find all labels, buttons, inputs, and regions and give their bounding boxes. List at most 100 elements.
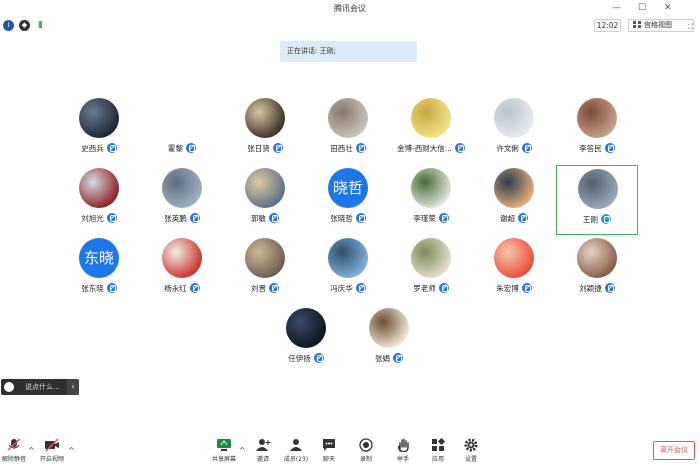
mic-muted-icon — [186, 143, 196, 153]
avatar — [162, 168, 202, 208]
participant-name-row: 张英鹏 — [135, 213, 229, 224]
meeting-window: 腾讯会议 — ☐ ✕ i ◆ ▮ 12:02 宫格视图 ⛶ 正在讲话: 王刚; … — [0, 0, 700, 466]
participant-tile[interactable]: 霍黎 — [141, 95, 223, 165]
video-options-caret[interactable]: ^ — [68, 446, 75, 455]
participant-name: 杨永红 — [164, 284, 187, 293]
participant-tile[interactable]: 王刚 — [556, 165, 638, 235]
participant-tile[interactable]: 郭敏 — [224, 165, 306, 235]
grid-view-button[interactable]: 宫格视图 — [628, 19, 694, 32]
settings-button[interactable]: 设置 — [454, 434, 488, 466]
avatar — [79, 168, 119, 208]
mic-muted-icon — [604, 283, 615, 293]
avatar — [411, 238, 451, 278]
participant-name: 张东晓 — [81, 284, 104, 293]
apps-button[interactable]: 应用 — [421, 434, 455, 466]
avatar — [411, 168, 451, 208]
shield-icon[interactable]: ◆ — [19, 20, 30, 31]
avatar — [245, 98, 285, 138]
chat-input-bar[interactable]: 说点什么... ‹ — [1, 379, 79, 395]
participant-tile[interactable]: 李答民 — [556, 95, 638, 165]
meeting-time: 12:02 — [594, 19, 621, 32]
mic-muted-icon — [454, 143, 465, 153]
participant-name: 朱宏博 — [496, 284, 519, 293]
mic-muted-icon — [521, 283, 532, 293]
signal-icon[interactable]: ▮ — [35, 20, 46, 31]
participant-tile[interactable]: 刘晋 — [224, 235, 306, 305]
participant-tile[interactable]: 张英鹏 — [141, 165, 223, 235]
close-icon[interactable]: ✕ — [664, 3, 672, 13]
avatar — [328, 98, 368, 138]
chat-button[interactable]: 聊天 — [312, 434, 346, 466]
participant-tile[interactable]: 朱宏博 — [473, 235, 555, 305]
participant-name-row: 张日贤 — [218, 143, 312, 154]
audio-options-caret[interactable]: ^ — [28, 446, 35, 455]
leave-meeting-button[interactable]: 离开会议 — [653, 441, 695, 460]
participant-name: 刘颖捷 — [579, 284, 602, 293]
share-options-caret[interactable]: ^ — [239, 446, 246, 455]
mic-muted-icon — [438, 213, 449, 223]
share-screen-button[interactable]: 共享屏幕 — [207, 434, 241, 466]
participant-name: 张英鹏 — [164, 214, 187, 223]
members-label: 成员(23) — [283, 456, 309, 463]
participant-name: 史西兵 — [81, 144, 104, 153]
participant-name: 许文俐 — [496, 144, 519, 153]
participant-name-row: 朱宏博 — [467, 283, 561, 294]
participant-name: 刘晋 — [251, 284, 266, 293]
unmute-button[interactable]: 解除静音 — [0, 434, 31, 466]
participant-name-row: 冯庆华 — [301, 283, 395, 294]
participant-tile[interactable]: 张娟 — [348, 305, 430, 375]
participant-name-row: 罗老师 — [384, 283, 478, 294]
participant-tile[interactable]: 张日贤 — [224, 95, 306, 165]
participant-name: 田西壮 — [330, 144, 353, 153]
gear-icon — [463, 437, 479, 452]
participant-tile[interactable]: 罗老师 — [390, 235, 472, 305]
emoji-icon[interactable] — [4, 382, 14, 392]
mic-muted-icon — [355, 143, 366, 153]
fullscreen-icon[interactable]: ⛶ — [688, 22, 693, 32]
participant-tile[interactable]: 谢超 — [473, 165, 555, 235]
participant-name-row: 许文俐 — [467, 143, 561, 154]
mic-muted-icon — [269, 213, 279, 223]
chat-label: 聊天 — [322, 456, 335, 463]
participant-tile[interactable]: 东晓 张东晓 — [58, 235, 140, 305]
participant-tile[interactable]: 金博-西财大信... — [390, 95, 472, 165]
info-icon[interactable]: i — [3, 20, 14, 31]
mic-muted-icon — [521, 143, 532, 153]
video-button[interactable]: 开启视频 — [35, 434, 69, 466]
speaking-indicator: 正在讲话: 王刚; — [280, 41, 417, 62]
participant-tile[interactable]: 许文俐 — [473, 95, 555, 165]
avatar — [286, 308, 326, 348]
participant-tile[interactable]: 杨永红 — [141, 235, 223, 305]
participant-tile[interactable]: 晓哲 张晓哲 — [307, 165, 389, 235]
grid-icon — [633, 21, 641, 28]
participant-name-row: 刘颖捷 — [550, 283, 644, 294]
record-button[interactable]: 录制 — [349, 434, 383, 466]
participant-tile[interactable]: 任伊扬 — [265, 305, 347, 375]
participant-name-row: 王刚 — [551, 214, 643, 225]
maximize-icon[interactable]: ☐ — [638, 3, 646, 13]
avatar — [328, 238, 368, 278]
participant-tile[interactable]: 田西壮 — [307, 95, 389, 165]
participant-name: 金博-西财大信... — [397, 144, 452, 153]
mic-muted-icon — [438, 283, 449, 293]
participant-tile[interactable]: 刘旭光 — [58, 165, 140, 235]
members-button[interactable]: 成员(23) — [279, 434, 313, 466]
mic-muted-icon — [106, 143, 117, 153]
participant-name: 谢超 — [500, 214, 515, 223]
collapse-chat-icon[interactable]: ‹ — [67, 379, 79, 395]
participant-name-row: 谢超 — [467, 213, 561, 224]
chat-placeholder: 说点什么... — [25, 383, 60, 391]
participant-tile[interactable]: 刘颖捷 — [556, 235, 638, 305]
participant-name-row: 李瑾荣 — [384, 213, 478, 224]
participant-name: 罗老师 — [413, 284, 436, 293]
members-icon — [288, 437, 304, 451]
participant-name-row: 李答民 — [550, 143, 644, 154]
minimize-icon[interactable]: — — [612, 3, 621, 13]
participant-tile[interactable]: 史西兵 — [58, 95, 140, 165]
participant-name: 李瑾荣 — [413, 214, 436, 223]
invite-button[interactable]: 邀请 — [246, 434, 280, 466]
raise-hand-button[interactable]: 举手 — [386, 434, 420, 466]
participant-tile[interactable]: 冯庆华 — [307, 235, 389, 305]
chat-icon — [321, 437, 337, 451]
participant-tile[interactable]: 李瑾荣 — [390, 165, 472, 235]
